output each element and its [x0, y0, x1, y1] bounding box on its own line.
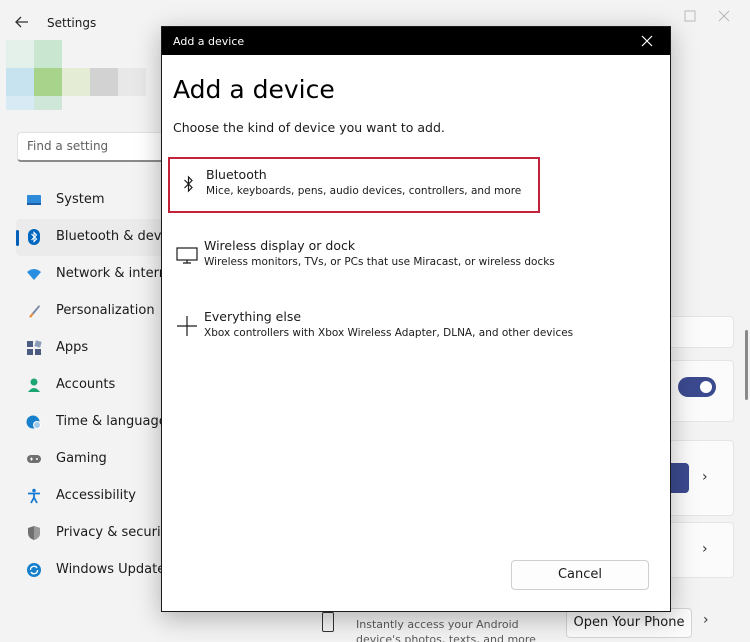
sidebar-item-label: Privacy & security — [56, 525, 162, 540]
phone-icon — [322, 612, 334, 632]
sidebar-item-label: Windows Update — [56, 562, 162, 577]
sidebar-item-time-language[interactable]: Time & language — [16, 404, 162, 441]
sidebar-item-privacy-security[interactable]: Privacy & security — [16, 515, 162, 552]
sidebar-item-label: System — [56, 192, 105, 207]
chevron-right-icon[interactable]: › — [702, 469, 708, 485]
option-description: Mice, keyboards, pens, audio devices, co… — [206, 185, 522, 197]
settings-content-edge: › › — [670, 0, 750, 642]
open-your-phone-button[interactable]: Open Your Phone — [566, 608, 692, 638]
sidebar-item-label: Accounts — [56, 377, 116, 392]
bluetooth-toggle-card — [670, 360, 734, 422]
option-title: Wireless display or dock — [204, 238, 356, 253]
option-bluetooth[interactable]: Bluetooth Mice, keyboards, pens, audio d… — [168, 157, 540, 213]
add-device-button[interactable] — [670, 463, 689, 493]
chevron-right-icon[interactable]: › — [703, 612, 709, 628]
settings-card — [670, 316, 734, 348]
globe-clock-icon — [26, 415, 41, 429]
sidebar-item-network[interactable]: Network & internet — [16, 256, 162, 293]
sidebar-item-system[interactable]: System — [16, 182, 162, 219]
close-icon[interactable] — [640, 34, 654, 48]
sidebar-item-gaming[interactable]: Gaming — [16, 441, 162, 478]
option-title: Bluetooth — [206, 167, 267, 182]
devices-card: › — [670, 522, 734, 578]
search-placeholder: Find a setting — [27, 139, 109, 153]
sidebar-item-accessibility[interactable]: Accessibility — [16, 478, 162, 515]
sidebar-item-windows-update[interactable]: Windows Update — [16, 552, 162, 589]
bluetooth-toggle[interactable] — [678, 377, 716, 397]
back-arrow-icon[interactable] — [12, 12, 32, 32]
app-title: Settings — [47, 16, 97, 30]
sidebar-item-label: Gaming — [56, 451, 107, 466]
option-description: Wireless monitors, TVs, or PCs that use … — [204, 256, 555, 268]
avatar[interactable] — [6, 40, 152, 112]
option-wireless-display[interactable]: Wireless display or dock Wireless monito… — [168, 230, 555, 286]
sidebar-item-bluetooth-devices[interactable]: Bluetooth & devices — [16, 219, 162, 256]
update-icon — [27, 563, 41, 577]
option-description: Xbox controllers with Xbox Wireless Adap… — [204, 327, 574, 339]
dialog-window-title: Add a device — [173, 35, 245, 48]
add-device-dialog: Add a device Add a device Choose the kin… — [161, 26, 671, 612]
accessibility-icon — [28, 488, 40, 504]
shield-icon — [28, 526, 40, 540]
sidebar-nav: System Bluetooth & devices Network & int… — [16, 182, 162, 589]
wifi-icon — [27, 269, 41, 280]
sidebar-item-label: Accessibility — [56, 488, 136, 503]
dialog-subtitle: Choose the kind of device you want to ad… — [173, 120, 445, 135]
dialog-heading: Add a device — [173, 75, 335, 104]
option-title: Everything else — [204, 309, 302, 324]
sidebar-item-apps[interactable]: Apps — [16, 330, 162, 367]
dialog-titlebar: Add a device — [162, 27, 670, 55]
bluetooth-icon — [184, 175, 193, 193]
sidebar-item-label: Network & internet — [56, 266, 162, 281]
add-device-card: › — [670, 440, 734, 516]
bluetooth-icon — [28, 229, 40, 245]
apps-icon — [27, 340, 42, 355]
cancel-button[interactable]: Cancel — [511, 560, 649, 590]
monitor-icon — [176, 247, 198, 264]
sidebar-item-accounts[interactable]: Accounts — [16, 367, 162, 404]
sidebar-item-personalization[interactable]: Personalization — [16, 293, 162, 330]
sidebar-item-label: Bluetooth & devices — [56, 229, 162, 244]
search-input[interactable]: Find a setting — [17, 132, 167, 162]
scrollbar[interactable] — [745, 330, 748, 400]
chevron-right-icon[interactable]: › — [702, 541, 708, 557]
person-icon — [28, 378, 40, 392]
sidebar-item-label: Apps — [56, 340, 89, 355]
gamepad-icon — [27, 455, 41, 463]
plus-icon — [177, 316, 197, 336]
phone-description: Instantly access your Android device's p… — [356, 618, 536, 642]
sidebar-item-label: Personalization — [56, 303, 155, 318]
option-everything-else[interactable]: Everything else Xbox controllers with Xb… — [168, 301, 573, 357]
sidebar-item-label: Time & language — [56, 414, 162, 429]
monitor-icon — [27, 195, 41, 205]
brush-icon — [29, 305, 40, 318]
